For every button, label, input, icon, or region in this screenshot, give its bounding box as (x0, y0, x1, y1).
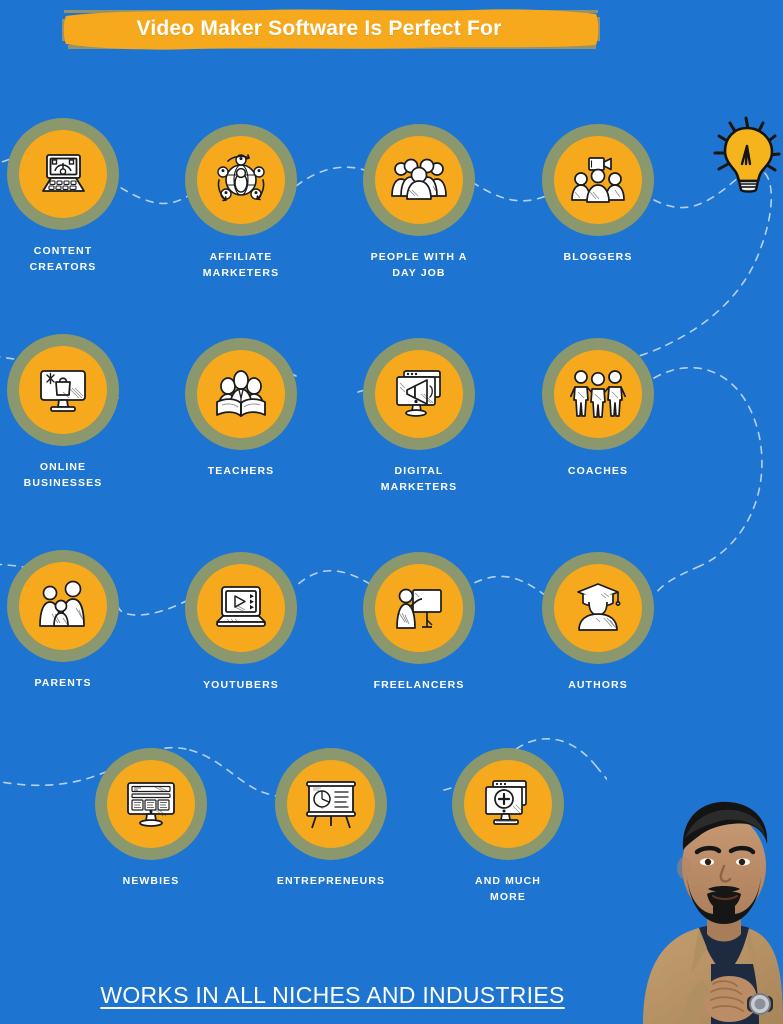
node-ring (7, 118, 119, 230)
node-authors[interactable]: AUTHORS (528, 552, 668, 693)
laptop-design-icon (42, 154, 85, 192)
node-disc (19, 130, 107, 218)
node-label: PARENTS (34, 677, 92, 689)
node-ring (452, 748, 564, 860)
node-label: NEWBIES (122, 875, 180, 887)
monitor-megaphone-icon (396, 370, 441, 417)
node-label: ONLINE BUSINESSES (23, 461, 103, 489)
graduate-person-icon (577, 583, 621, 631)
node-entrepreneurs[interactable]: ENTREPRENEURS (261, 748, 401, 889)
monitor-webpage-icon (127, 782, 175, 827)
node-ring (542, 338, 654, 450)
node-disc (554, 350, 642, 438)
node-newbies[interactable]: NEWBIES (81, 748, 221, 889)
three-people-team-icon (570, 370, 626, 418)
node-disc (19, 562, 107, 650)
node-digital-marketers[interactable]: DIGITAL MARKETERS (349, 338, 489, 495)
node-label: AFFILIATE MARKETERS (202, 251, 280, 279)
infographic-page: Video Maker Software Is Perfect For CONT… (0, 0, 783, 1024)
node-disc (197, 564, 285, 652)
node-ring (185, 124, 297, 236)
node-disc (375, 350, 463, 438)
node-disc (554, 136, 642, 224)
node-label: BLOGGERS (563, 251, 633, 263)
node-disc (287, 760, 375, 848)
page-title: Video Maker Software Is Perfect For (136, 17, 502, 40)
node-content-creators[interactable]: CONTENT CREATORS (0, 118, 133, 275)
node-label: COACHES (567, 465, 629, 477)
node-disc (107, 760, 195, 848)
crowd-people-icon (391, 158, 447, 200)
node-disc (464, 760, 552, 848)
node-freelancers[interactable]: FREELANCERS (349, 552, 489, 693)
node-ring (363, 124, 475, 236)
node-bloggers[interactable]: BLOGGERS (528, 124, 668, 265)
node-youtubers[interactable]: YOUTUBERS (171, 552, 311, 693)
monitor-plus-icon (485, 780, 527, 825)
monitor-shopping-bag-icon (40, 370, 86, 412)
node-ring (185, 338, 297, 450)
node-people-with-day-job[interactable]: PEOPLE WITH A DAY JOB (349, 124, 489, 281)
node-online-businesses[interactable]: ONLINE BUSINESSES (0, 334, 133, 491)
header-banner: Video Maker Software Is Perfect For (62, 7, 600, 51)
node-ring (363, 552, 475, 664)
node-label: DIGITAL MARKETERS (380, 465, 458, 493)
node-ring (185, 552, 297, 664)
node-disc (197, 136, 285, 224)
global-network-people-icon (217, 154, 265, 202)
node-label: AUTHORS (568, 679, 628, 691)
students-book-icon (216, 370, 266, 417)
node-ring (542, 124, 654, 236)
node-affiliate-marketers[interactable]: AFFILIATE MARKETERS (171, 124, 311, 281)
video-camera-people-icon (571, 157, 625, 203)
node-ring (363, 338, 475, 450)
person-whiteboard-icon (396, 588, 442, 629)
node-teachers[interactable]: TEACHERS (171, 338, 311, 479)
node-label: TEACHERS (207, 465, 275, 477)
node-disc (554, 564, 642, 652)
node-coaches[interactable]: COACHES (528, 338, 668, 479)
node-label: CONTENT CREATORS (29, 245, 97, 273)
family-icon (39, 580, 85, 627)
node-ring (275, 748, 387, 860)
footer-tagline: WORKS IN ALL NICHES AND INDUSTRIES (100, 982, 565, 1008)
node-label: AND MUCH MORE (475, 875, 541, 903)
node-disc (19, 346, 107, 434)
node-label: ENTREPRENEURS (276, 875, 386, 887)
node-and-much-more[interactable]: AND MUCH MORE (438, 748, 578, 905)
node-ring (7, 550, 119, 662)
node-disc (197, 350, 285, 438)
node-ring (542, 552, 654, 664)
node-label: PEOPLE WITH A DAY JOB (370, 251, 468, 279)
node-disc (375, 564, 463, 652)
lightbulb-icon (713, 116, 781, 193)
node-ring (7, 334, 119, 446)
node-parents[interactable]: PARENTS (0, 550, 133, 691)
node-label: YOUTUBERS (203, 679, 279, 691)
node-ring (95, 748, 207, 860)
laptop-play-video-icon (216, 586, 266, 627)
node-label: FREELANCERS (373, 679, 465, 691)
node-disc (375, 136, 463, 224)
presentation-chart-icon (306, 781, 356, 829)
